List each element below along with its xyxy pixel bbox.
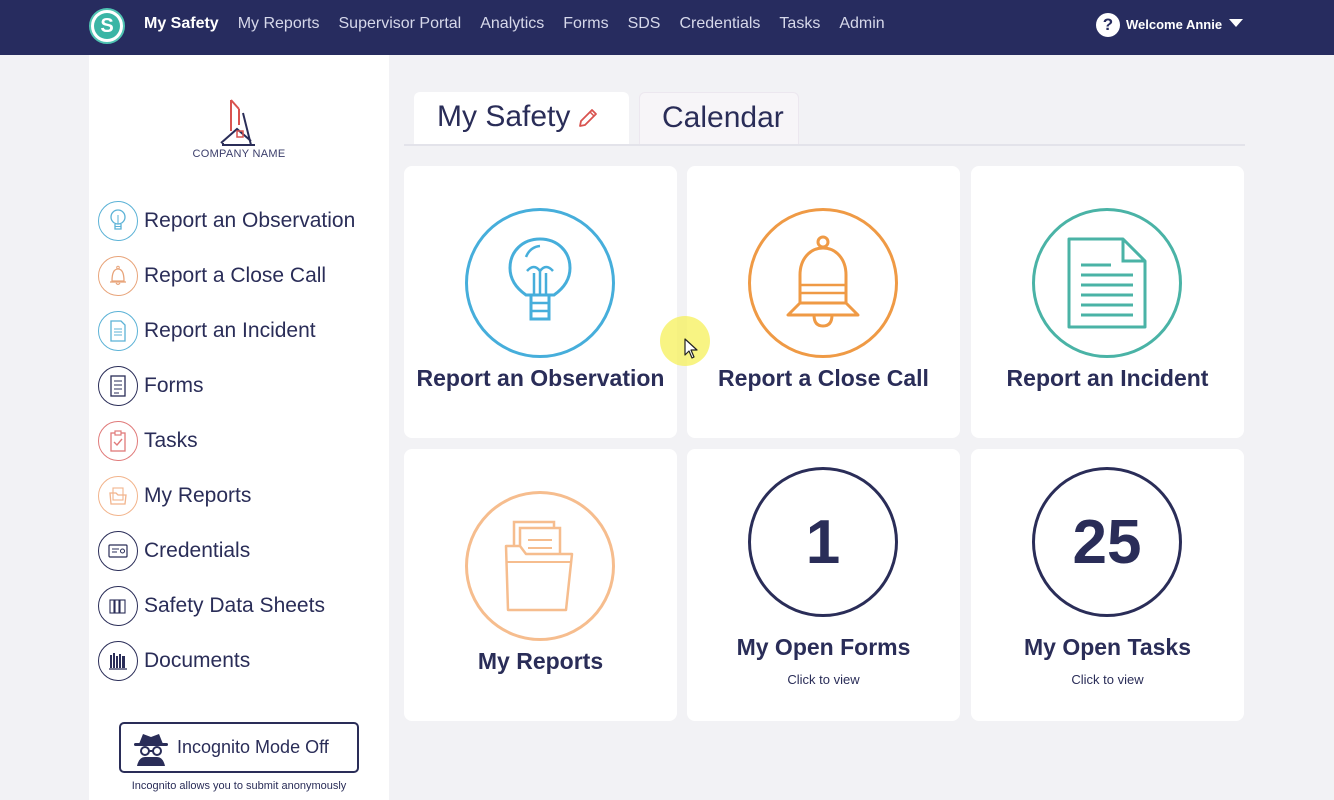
nav-link-forms[interactable]: Forms <box>563 15 608 33</box>
company-name: COMPANY NAME <box>192 148 286 160</box>
count-badge: 1 <box>748 467 898 617</box>
tab-label: My Safety <box>437 100 571 133</box>
tab-my-safety[interactable]: My Safety <box>414 92 629 144</box>
card-report-observation[interactable]: Report an Observation <box>404 166 677 438</box>
sidebar-item-label: My Reports <box>144 484 252 507</box>
incognito-note: Incognito allows you to submit anonymous… <box>131 780 347 792</box>
card-report-close-call[interactable]: Report a Close Call <box>687 166 960 438</box>
nav-links: My Safety My Reports Supervisor Portal A… <box>144 0 904 48</box>
card-subtitle: Click to view <box>787 672 860 687</box>
binders-icon <box>98 586 138 626</box>
tab-divider <box>404 144 1245 146</box>
sidebar-item-label: Documents <box>144 649 251 672</box>
form-icon <box>98 366 138 406</box>
nav-link-tasks[interactable]: Tasks <box>779 15 820 33</box>
nav-link-sds[interactable]: SDS <box>628 15 661 33</box>
spy-icon <box>134 733 168 766</box>
sidebar-item-my-reports[interactable]: My Reports <box>98 475 388 517</box>
library-icon <box>98 641 138 681</box>
card-report-incident[interactable]: Report an Incident <box>971 166 1244 438</box>
folder-icon <box>98 476 138 516</box>
caret-down-icon[interactable] <box>1229 19 1243 27</box>
card-my-reports[interactable]: My Reports <box>404 449 677 721</box>
sidebar-item-credentials[interactable]: Credentials <box>98 530 388 572</box>
sidebar-item-report-incident[interactable]: Report an Incident <box>98 310 388 352</box>
sidebar-item-label: Credentials <box>144 539 251 562</box>
mouse-cursor-icon <box>684 338 698 359</box>
lightbulb-icon <box>465 208 615 358</box>
card-title: Report a Close Call <box>718 365 929 391</box>
sidebar-item-tasks[interactable]: Tasks <box>98 420 388 462</box>
nav-link-analytics[interactable]: Analytics <box>480 15 544 33</box>
sidebar-item-safety-data-sheets[interactable]: Safety Data Sheets <box>98 585 388 627</box>
card-my-open-tasks[interactable]: 25 My Open Tasks Click to view <box>971 449 1244 721</box>
open-tasks-count: 25 <box>1072 507 1142 577</box>
sidebar: COMPANY NAME Report an Observation Repor… <box>89 55 389 800</box>
sidebar-item-report-observation[interactable]: Report an Observation <box>98 200 388 242</box>
sidebar-item-label: Report an Incident <box>144 319 316 342</box>
pencil-icon[interactable] <box>576 106 600 130</box>
document-icon <box>1032 208 1182 358</box>
sidebar-item-report-close-call[interactable]: Report a Close Call <box>98 255 388 297</box>
document-icon <box>98 311 138 351</box>
nav-link-admin[interactable]: Admin <box>839 15 884 33</box>
bell-icon <box>748 208 898 358</box>
open-forms-count: 1 <box>805 507 841 577</box>
app-logo-letter: S <box>94 13 120 39</box>
card-title: Report an Incident <box>1006 365 1209 391</box>
sidebar-item-forms[interactable]: Forms <box>98 365 388 407</box>
question-circle-icon[interactable]: ? <box>1096 13 1120 37</box>
card-title: My Reports <box>477 648 604 674</box>
sidebar-item-label: Report an Observation <box>144 209 356 232</box>
sidebar-item-label: Safety Data Sheets <box>144 594 325 617</box>
sidebar-item-label: Tasks <box>144 429 198 452</box>
welcome-user[interactable]: Welcome Annie <box>1126 17 1222 32</box>
card-my-open-forms[interactable]: 1 My Open Forms Click to view <box>687 449 960 721</box>
top-navbar: S My Safety My Reports Supervisor Portal… <box>0 0 1334 55</box>
nav-link-supervisor-portal[interactable]: Supervisor Portal <box>339 15 462 33</box>
id-card-icon <box>98 531 138 571</box>
folder-icon <box>465 491 615 641</box>
card-title: My Open Tasks <box>1023 634 1192 660</box>
nav-link-my-reports[interactable]: My Reports <box>238 15 320 33</box>
sidebar-item-documents[interactable]: Documents <box>98 640 388 682</box>
card-title: Report an Observation <box>416 365 665 391</box>
tab-label: Calendar <box>662 101 784 134</box>
card-subtitle: Click to view <box>1071 672 1144 687</box>
card-title: My Open Forms <box>736 634 911 660</box>
nav-link-credentials[interactable]: Credentials <box>679 15 760 33</box>
nav-link-my-safety[interactable]: My Safety <box>144 15 219 33</box>
incognito-toggle-button[interactable]: Incognito Mode Off <box>119 722 359 773</box>
app-logo[interactable]: S <box>89 8 125 44</box>
count-badge: 25 <box>1032 467 1182 617</box>
lightbulb-icon <box>98 201 138 241</box>
sidebar-item-label: Report a Close Call <box>144 264 327 287</box>
incognito-label: Incognito Mode Off <box>177 737 329 757</box>
sidebar-item-label: Forms <box>144 374 204 397</box>
bell-icon <box>98 256 138 296</box>
clipboard-check-icon <box>98 421 138 461</box>
tab-calendar[interactable]: Calendar <box>639 92 799 144</box>
